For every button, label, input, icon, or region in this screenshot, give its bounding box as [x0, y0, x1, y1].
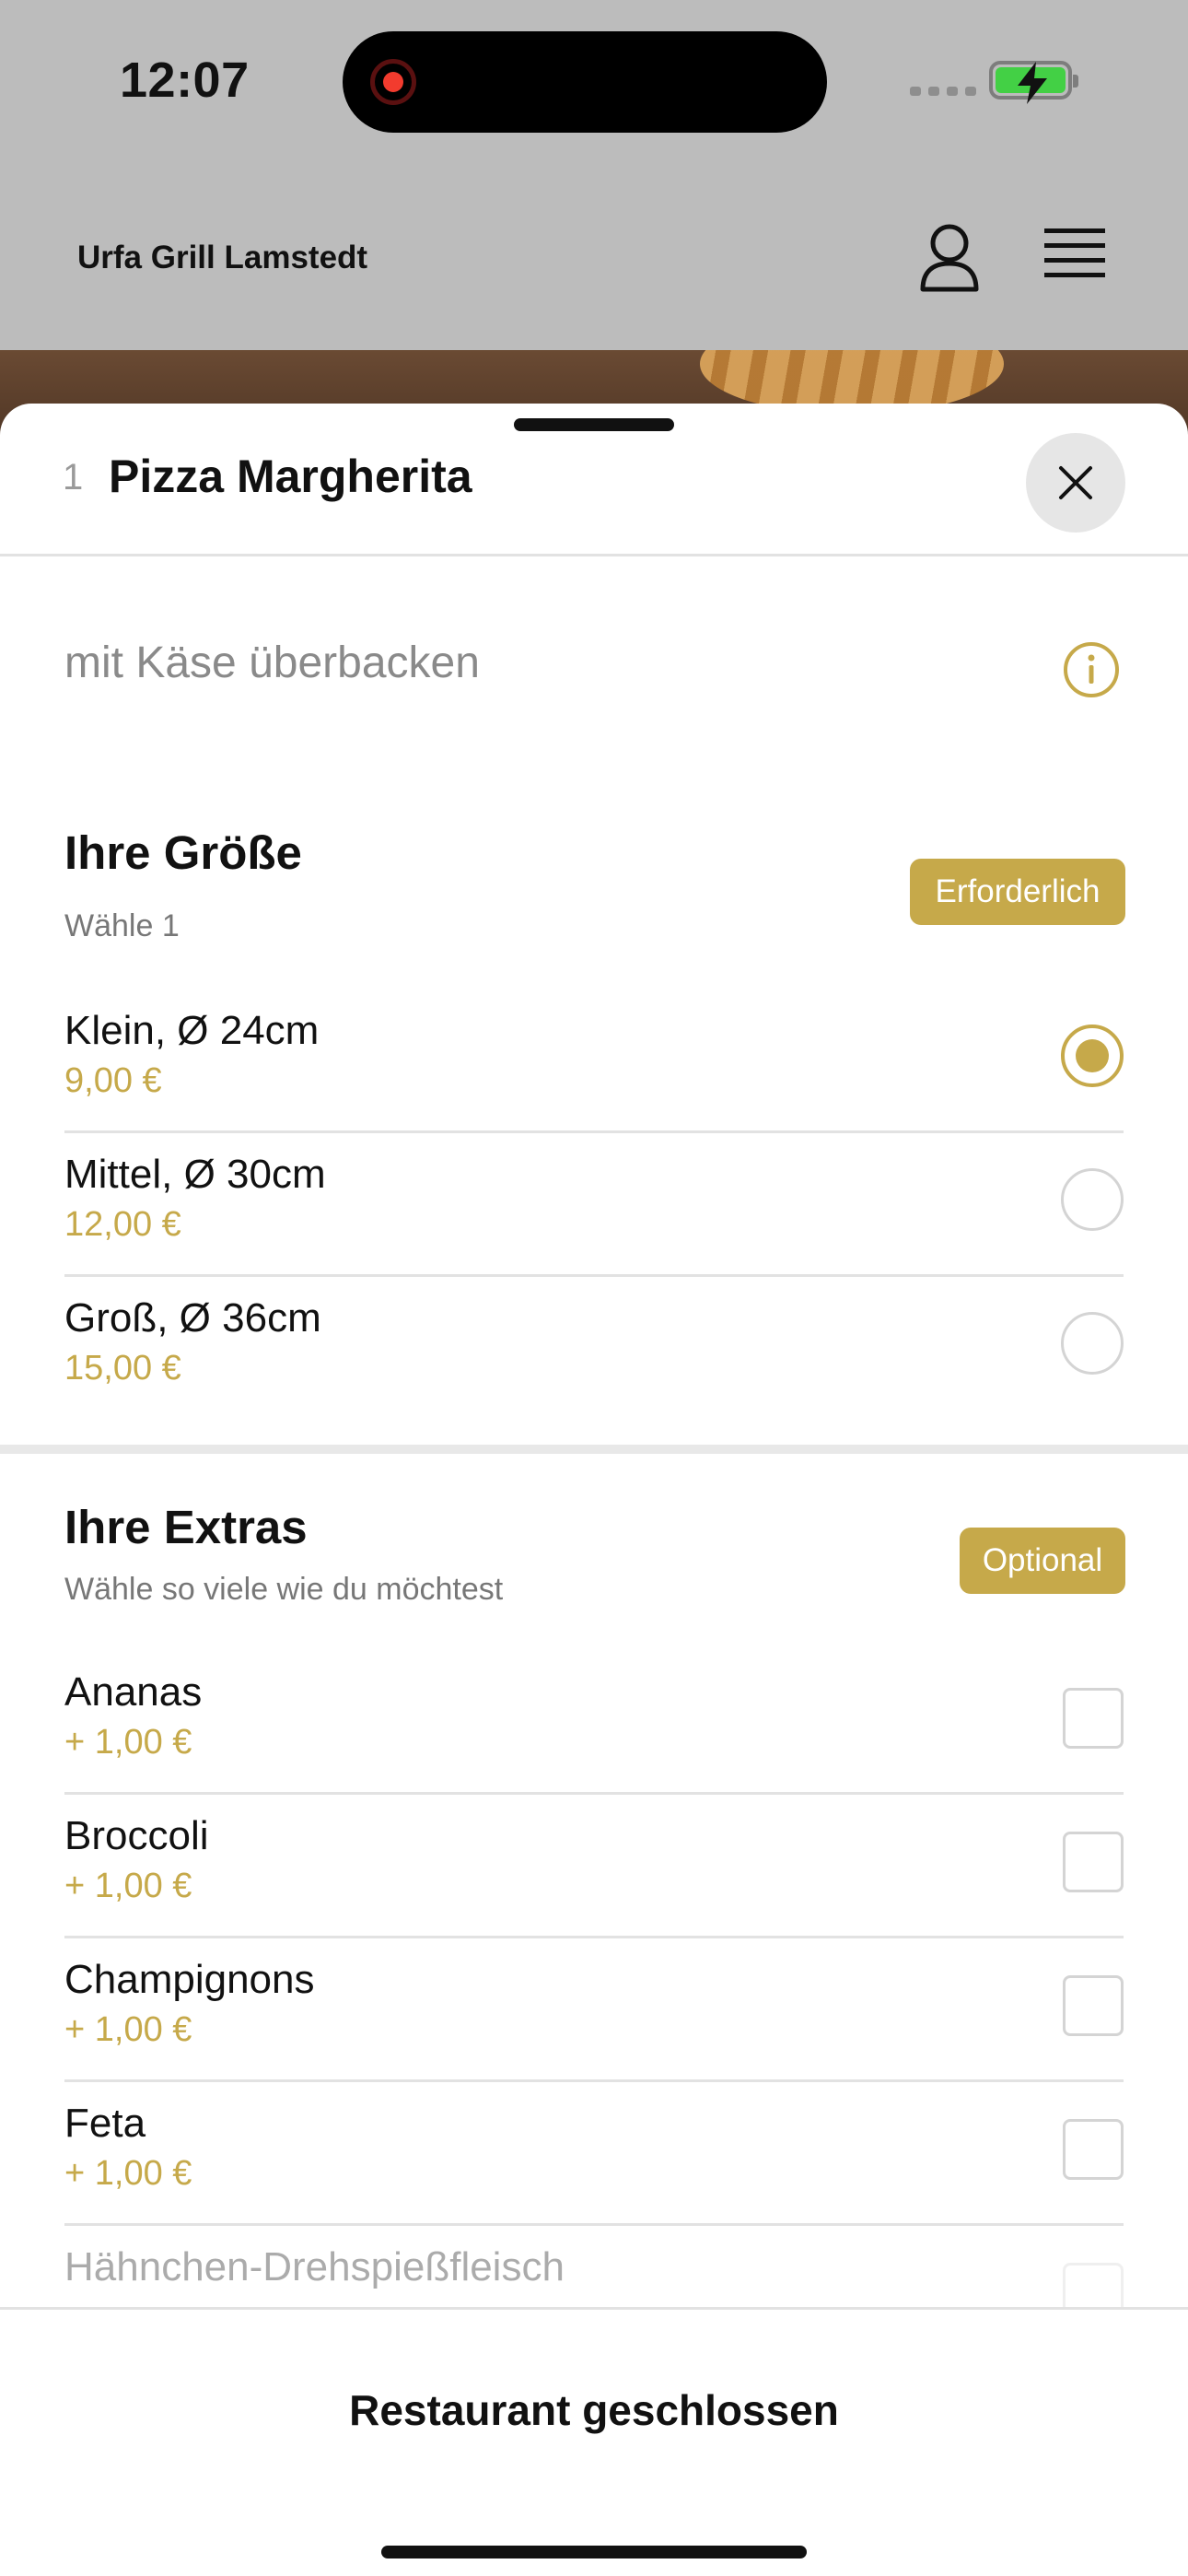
extra-checkbox[interactable]	[1063, 2119, 1124, 2180]
dynamic-island	[343, 31, 827, 133]
footer-bar: Restaurant geschlossen	[0, 2307, 1188, 2576]
extra-option-label: Feta	[64, 2101, 146, 2146]
item-description: mit Käse überbacken	[64, 638, 480, 687]
sheet-header: 1 Pizza Margherita	[0, 404, 1188, 556]
extra-option[interactable]: Ananas + 1,00 €	[64, 1651, 1124, 1795]
user-icon[interactable]	[917, 221, 982, 295]
extra-option-price: + 1,00 €	[64, 2154, 192, 2193]
required-badge: Erforderlich	[910, 859, 1125, 925]
extra-checkbox[interactable]	[1063, 1688, 1124, 1749]
extra-option-price: + 1,00 €	[64, 2010, 192, 2049]
extra-option-price: + 1,00 €	[64, 1867, 192, 1905]
extra-checkbox[interactable]	[1063, 1975, 1124, 2036]
extra-option[interactable]: Feta + 1,00 €	[64, 2082, 1124, 2226]
extras-section-title: Ihre Extras	[64, 1501, 308, 1553]
extra-option[interactable]: Champignons + 1,00 €	[64, 1938, 1124, 2082]
size-section-title: Ihre Größe	[64, 826, 302, 879]
close-button[interactable]	[1026, 433, 1125, 533]
restaurant-closed-label: Restaurant geschlossen	[349, 2386, 839, 2434]
menu-icon[interactable]	[1042, 227, 1107, 282]
screen-recording-icon	[370, 59, 416, 105]
size-option-label: Mittel, Ø 30cm	[64, 1152, 326, 1197]
close-icon	[1059, 466, 1092, 499]
extra-option[interactable]: Broccoli + 1,00 €	[64, 1795, 1124, 1938]
status-time: 12:07	[120, 53, 250, 108]
extra-option-price: + 1,00 €	[64, 1723, 192, 1762]
size-option-price: 12,00 €	[64, 1205, 181, 1244]
size-option[interactable]: Klein, Ø 24cm 9,00 €	[64, 989, 1124, 1133]
size-option[interactable]: Groß, Ø 36cm 15,00 €	[64, 1277, 1124, 1421]
extra-option-label: Ananas	[64, 1669, 203, 1715]
info-icon[interactable]	[1063, 641, 1120, 698]
size-radio[interactable]	[1061, 1312, 1124, 1375]
size-option[interactable]: Mittel, Ø 30cm 12,00 €	[64, 1133, 1124, 1277]
optional-badge: Optional	[960, 1528, 1125, 1594]
restaurant-name[interactable]: Urfa Grill Lamstedt	[77, 240, 367, 276]
home-indicator[interactable]	[381, 2546, 807, 2558]
size-radio-selected[interactable]	[1061, 1025, 1124, 1087]
size-option-price: 15,00 €	[64, 1349, 181, 1388]
section-divider	[0, 1445, 1188, 1454]
cellular-signal-icon	[910, 87, 976, 96]
size-option-label: Groß, Ø 36cm	[64, 1295, 321, 1341]
extras-section-subtitle: Wähle so viele wie du möchtest	[64, 1572, 504, 1607]
size-radio[interactable]	[1061, 1168, 1124, 1231]
battery-charging-icon	[989, 61, 1078, 104]
item-title: Pizza Margherita	[109, 451, 472, 502]
extra-option-label: Champignons	[64, 1957, 315, 2002]
item-detail-sheet: 1 Pizza Margherita mit Käse überbacken I…	[0, 404, 1188, 2576]
size-section-subtitle: Wähle 1	[64, 908, 180, 943]
size-option-label: Klein, Ø 24cm	[64, 1008, 320, 1053]
size-option-price: 9,00 €	[64, 1061, 162, 1100]
extra-option-label: Hähnchen-Drehspießfleisch	[64, 2244, 565, 2289]
app-header: Urfa Grill Lamstedt	[0, 175, 1188, 350]
extra-option-label: Broccoli	[64, 1813, 209, 1858]
item-quantity: 1	[63, 457, 84, 498]
extra-checkbox[interactable]	[1063, 1832, 1124, 1892]
